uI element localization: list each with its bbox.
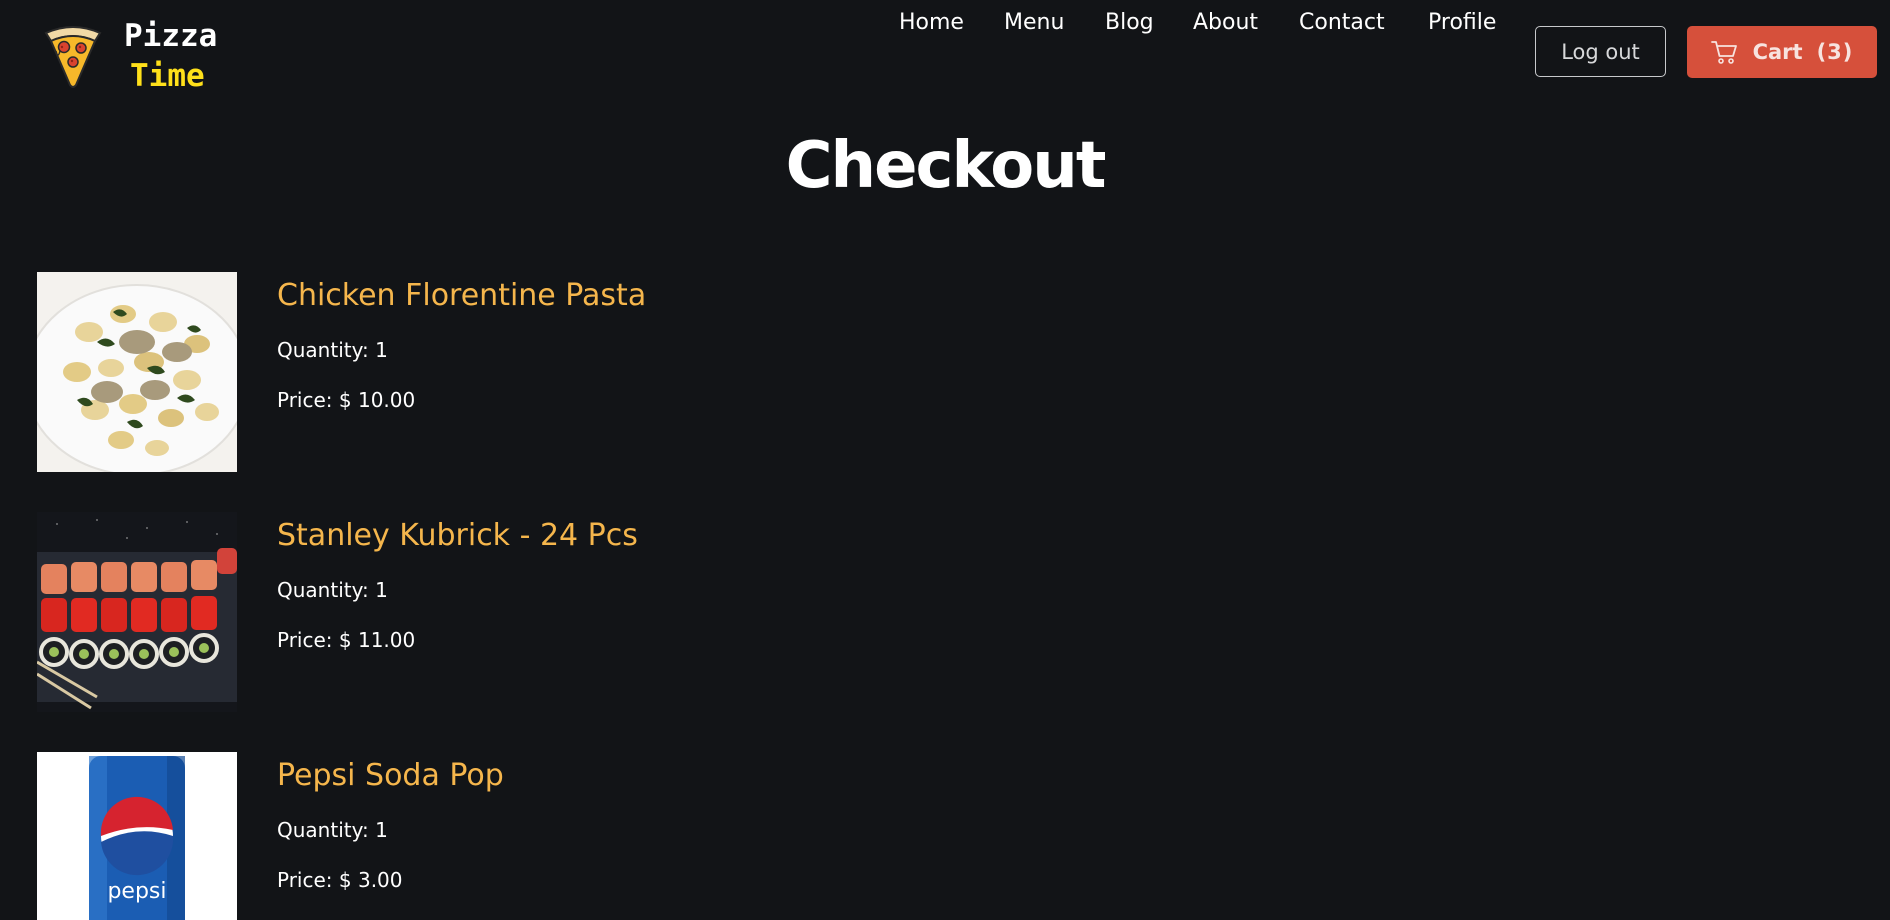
page-title: Checkout bbox=[785, 129, 1107, 203]
shopping-cart-icon bbox=[1710, 41, 1737, 64]
cart-button[interactable]: Cart (3) bbox=[1687, 26, 1877, 78]
cart-label: Cart bbox=[1752, 40, 1803, 64]
nav-profile-link[interactable]: Profile bbox=[1428, 10, 1496, 36]
logout-button[interactable]: Log out bbox=[1535, 26, 1666, 77]
checkout-item: pepsi Pepsi Soda Pop Quantity: 1 Price: … bbox=[37, 752, 1237, 920]
nav-about-link[interactable]: About bbox=[1193, 10, 1258, 36]
pizza-slice-icon bbox=[44, 26, 102, 88]
checkout-page: Pizza Time Home Menu Blog About Contact … bbox=[0, 0, 1890, 920]
brand-name-line1: Pizza bbox=[124, 18, 218, 54]
nav-home-link[interactable]: Home bbox=[899, 10, 964, 36]
item-quantity: Quantity: 1 bbox=[277, 338, 388, 362]
item-quantity: Quantity: 1 bbox=[277, 818, 388, 842]
nav-blog-link[interactable]: Blog bbox=[1105, 10, 1154, 36]
checkout-item: Chicken Florentine Pasta Quantity: 1 Pri… bbox=[37, 272, 1237, 472]
brand-name-line2: Time bbox=[130, 58, 205, 94]
item-name: Stanley Kubrick - 24 Pcs bbox=[277, 518, 638, 553]
brand-name: Pizza Time bbox=[124, 16, 217, 96]
item-quantity: Quantity: 1 bbox=[277, 578, 388, 602]
item-price: Price: $ 10.00 bbox=[277, 388, 416, 412]
nav-contact-link[interactable]: Contact bbox=[1299, 10, 1385, 36]
pepsi-label: pepsi bbox=[107, 879, 166, 904]
item-name: Chicken Florentine Pasta bbox=[277, 278, 647, 313]
pasta-photo[interactable] bbox=[37, 272, 237, 472]
cart-count-badge: (3) bbox=[1816, 40, 1854, 64]
nav-menu-link[interactable]: Menu bbox=[1004, 10, 1064, 36]
checkout-item: Stanley Kubrick - 24 Pcs Quantity: 1 Pri… bbox=[37, 512, 1237, 712]
item-price: Price: $ 11.00 bbox=[277, 628, 416, 652]
sushi-photo[interactable] bbox=[37, 512, 237, 712]
item-price: Price: $ 3.00 bbox=[277, 868, 403, 892]
site-header: Pizza Time Home Menu Blog About Contact … bbox=[0, 0, 1890, 104]
item-name: Pepsi Soda Pop bbox=[277, 758, 504, 793]
pepsi-can-photo[interactable]: pepsi bbox=[37, 752, 237, 920]
brand-logo-link[interactable]: Pizza Time bbox=[40, 16, 217, 96]
